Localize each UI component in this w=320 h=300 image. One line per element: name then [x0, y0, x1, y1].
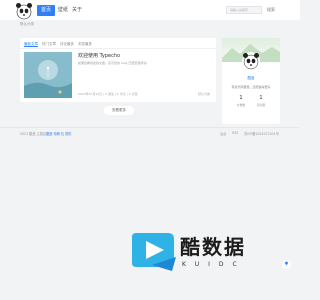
search-input[interactable]: 请输入关键字 — [226, 6, 262, 14]
footer-theme-link[interactable]: 酷盘 特辑 社 提供 — [46, 132, 71, 136]
tab-most-comments[interactable]: 评论最多 — [60, 41, 74, 47]
stat-posts-count: 1 — [239, 95, 243, 101]
search-button[interactable]: 搜索 — [267, 6, 275, 14]
post-meta: 2024年07月12日 | 0 阅读 | 0 评论 | 0 点赞 — [78, 92, 138, 96]
post-list-card: 最新文章 热门文章 评论最多 浏览最多 欢迎使用 Typecho 如果您看到这篇… — [20, 38, 216, 102]
post-category[interactable]: 默认分类 — [198, 92, 210, 96]
stat-comments-label: 评论量 — [256, 103, 266, 107]
author-description: 有些代码要懂，还能做得更好 — [231, 85, 271, 89]
thumbnail-illustration-icon — [24, 52, 72, 98]
nav-about[interactable]: 关于 — [68, 5, 86, 16]
theme-toggle-button[interactable]: ✱ — [282, 260, 291, 269]
top-navbar: 首页 壁纸 关于 请输入关键字 搜索 — [0, 0, 300, 20]
sun-icon: ✱ — [284, 261, 289, 267]
footer-link-rss[interactable]: RSS — [232, 131, 238, 135]
stat-comments-count: 1 — [259, 95, 263, 101]
watermark-text: 酷数据 — [180, 235, 246, 259]
panda-avatar-icon — [243, 53, 259, 70]
tab-latest[interactable]: 最新文章 — [24, 41, 38, 47]
tab-divider — [20, 48, 216, 49]
post-thumbnail[interactable] — [24, 52, 72, 98]
nav-home[interactable]: 首页 — [37, 5, 56, 16]
footer-copyright: 2024 酷盘 主题由酷盘 特辑 社 提供 — [20, 131, 71, 136]
load-more-button[interactable]: 查看更多 — [104, 106, 134, 115]
copyright-year: 2024 — [20, 132, 30, 136]
panda-logo-icon[interactable] — [15, 2, 33, 20]
post-excerpt: 如果您看到这篇文章，表示您的 blog 已经安装成功. — [78, 61, 148, 65]
footer-divider — [0, 127, 300, 128]
footer-powered-prefix: 主题由 — [35, 132, 47, 136]
stat-posts-label: 文章数 — [236, 103, 246, 107]
avatar[interactable] — [242, 52, 260, 70]
breadcrumb[interactable]: 默认分类 — [20, 22, 34, 27]
author-name[interactable]: 酷盘 — [222, 76, 280, 81]
post-title[interactable]: 欢迎使用 Typecho — [78, 52, 120, 59]
tab-most-views[interactable]: 浏览最多 — [78, 41, 92, 47]
footer-link-icp[interactable]: 苏ICP备2024071001号 — [244, 131, 279, 136]
tab-popular[interactable]: 热门文章 — [42, 41, 56, 47]
author-card: 酷盘 有些代码要懂，还能做得更好 1 文章数 1 评论量 — [222, 38, 280, 124]
footer-link-admin[interactable]: 后台 — [220, 131, 226, 136]
watermark-subtext: KUIDC — [182, 261, 246, 268]
